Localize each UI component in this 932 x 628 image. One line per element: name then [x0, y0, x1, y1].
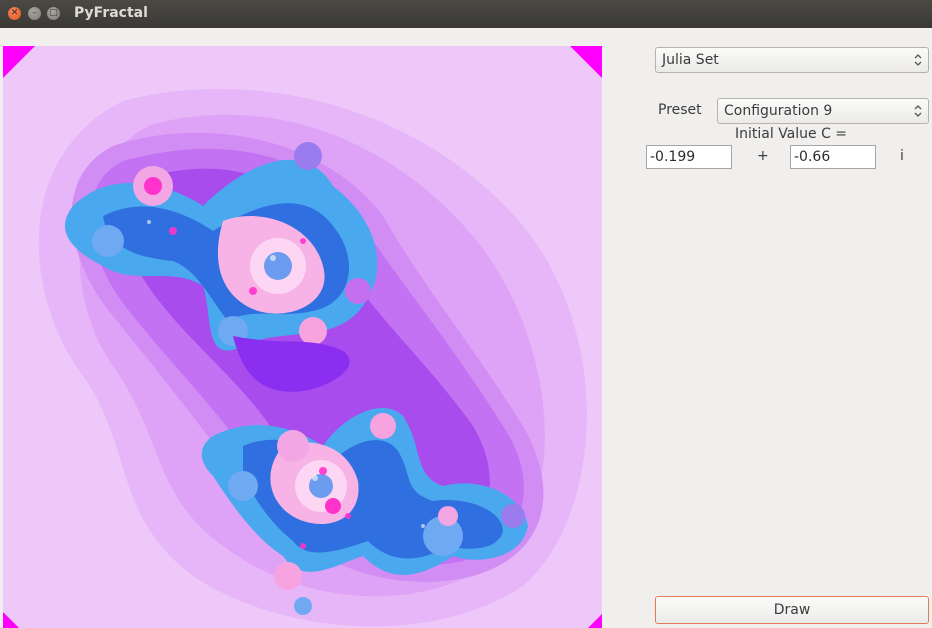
draw-button[interactable]: Draw	[655, 596, 929, 624]
preset-value: Configuration 9	[724, 103, 833, 119]
fractal-type-value: Julia Set	[662, 52, 719, 68]
fractal-type-select[interactable]: Julia Set	[655, 47, 929, 73]
imaginary-unit-label: i	[900, 148, 904, 164]
c-real-field[interactable]: -0.199	[646, 145, 732, 169]
fractal-canvas[interactable]	[3, 46, 602, 628]
plus-sign: +	[757, 148, 769, 164]
window-title: PyFractal	[74, 5, 148, 21]
title-bar: ✕ – □ PyFractal	[0, 0, 932, 28]
preset-label: Preset	[658, 102, 702, 118]
c-imag-field[interactable]: -0.66	[790, 145, 876, 169]
updown-arrows-icon	[914, 54, 922, 66]
preset-select[interactable]: Configuration 9	[717, 98, 929, 124]
maximize-window-icon[interactable]: □	[47, 7, 60, 20]
julia-set-image	[3, 46, 602, 628]
initial-value-label: Initial Value C =	[735, 126, 848, 142]
close-window-icon[interactable]: ✕	[8, 7, 21, 20]
updown-arrows-icon	[914, 105, 922, 117]
minimize-window-icon[interactable]: –	[28, 7, 41, 20]
